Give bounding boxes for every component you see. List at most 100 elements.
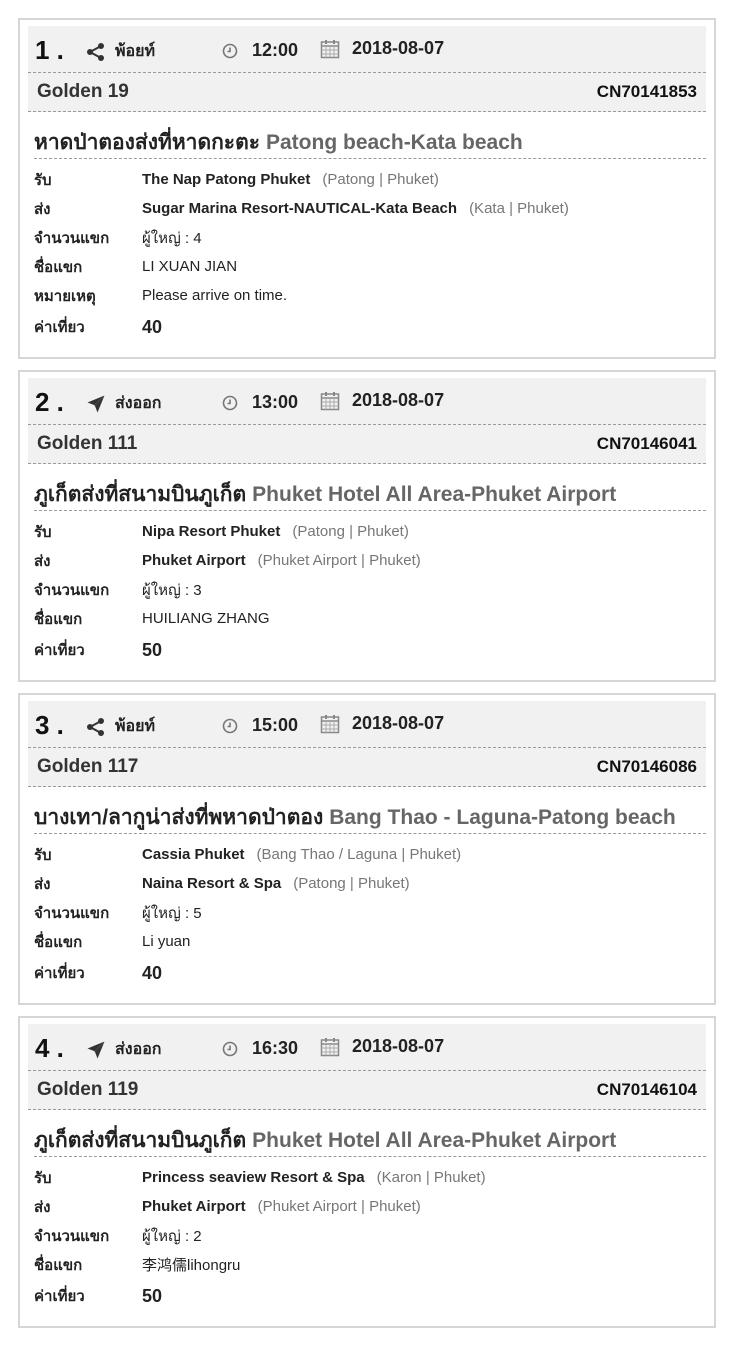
- car-bar: Golden 119 CN70146104: [28, 1070, 706, 1110]
- dropoff-location: (Kata | Phuket): [469, 200, 569, 217]
- pickup-date: 2018-08-07: [320, 38, 444, 59]
- price-row: ค่าเที่ยว 40: [34, 310, 714, 344]
- calendar-icon: [320, 1037, 340, 1056]
- pickup-hotel: The Nap Patong Phuket: [142, 171, 311, 188]
- note-value: Please arrive on time.: [142, 287, 288, 304]
- guest-row: ชื่อแขก 李鸿儒lihongru: [34, 1250, 714, 1279]
- dropoff-hotel: Naina Resort & Spa: [142, 875, 282, 892]
- car-name: Golden 19: [37, 81, 129, 102]
- booking-header: 3 . พ้อยท์ 15:00 2018-08-07: [28, 701, 706, 747]
- pickup-label: รับ: [34, 523, 52, 541]
- pickup-time: 12:00: [222, 40, 298, 61]
- car-bar: Golden 117 CN70146086: [28, 747, 706, 787]
- route-english: Patong beach-Kata beach: [266, 131, 523, 154]
- plane-icon: [87, 1041, 105, 1058]
- trip-type: ส่งออก: [86, 391, 161, 416]
- booking-code: CN70146104: [596, 1080, 697, 1099]
- share-icon: [87, 42, 104, 61]
- booking-code: CN70141853: [596, 82, 697, 101]
- booking-details: รับ Princess seaview Resort & Spa (Karon |…: [34, 1163, 714, 1313]
- note-row: หมายเหตุ Please arrive on time.: [34, 281, 714, 310]
- price-value: 50: [142, 1285, 163, 1306]
- trip-type: พ้อยท์: [86, 714, 155, 739]
- pickup-time: 13:00: [222, 392, 298, 413]
- price-row: ค่าเที่ยว 50: [34, 1279, 714, 1313]
- route-english: Phuket Hotel All Area-Phuket Airport: [252, 1129, 617, 1152]
- date-value: 2018-08-07: [352, 713, 445, 733]
- dropoff-hotel: Phuket Airport: [142, 552, 246, 569]
- dropoff-location: (Patong | Phuket): [293, 875, 410, 892]
- route-title: หาดป่าตองส่งที่หาดกะตะ Patong beach-Kata …: [34, 126, 706, 159]
- route-title: บางเทา/ลากูน่าส่งที่พหาดป่าตอง Bang Thao …: [34, 801, 706, 834]
- price-row: ค่าเที่ยว 40: [34, 956, 714, 990]
- passengers-row: จำนวนแขก ผู้ใหญ่ : 4: [34, 223, 714, 252]
- dropoff-hotel: Sugar Marina Resort-NAUTICAL-Kata Beach: [142, 200, 458, 217]
- pickup-row: รับ Nipa Resort Phuket (Patong | Phuket): [34, 517, 714, 546]
- pickup-location: (Patong | Phuket): [322, 171, 439, 188]
- dropoff-label: ส่ง: [34, 1198, 51, 1216]
- route-title: ภูเก็ตส่งที่สนามบินภูเก็ต Phuket Hotel Al…: [34, 1124, 706, 1157]
- clock-icon: [222, 1041, 238, 1056]
- dropoff-row: ส่ง Sugar Marina Resort-NAUTICAL-Kata Bea…: [34, 194, 714, 223]
- car-name: Golden 119: [37, 1079, 139, 1100]
- booking-header: 2 . ส่งออก 13:00 2018-08-07: [28, 378, 706, 424]
- plane-icon: [87, 395, 105, 412]
- booking-card: 1 . พ้อยท์ 12:00 2018-08-07 Golden 19 CN…: [18, 18, 716, 359]
- guest-label: ชื่อแขก: [34, 258, 83, 276]
- passengers-row: จำนวนแขก ผู้ใหญ่ : 5: [34, 898, 714, 927]
- guest-row: ชื่อแขก Li yuan: [34, 927, 714, 956]
- price-value: 50: [142, 639, 163, 660]
- price-label: ค่าเที่ยว: [34, 1288, 85, 1305]
- route-title: ภูเก็ตส่งที่สนามบินภูเก็ต Phuket Hotel Al…: [34, 478, 706, 511]
- pickup-hotel: Cassia Phuket: [142, 846, 245, 863]
- passengers-label: จำนวนแขก: [34, 229, 110, 247]
- price-value: 40: [142, 962, 163, 983]
- price-label: ค่าเที่ยว: [34, 319, 85, 336]
- passengers-value: ผู้ใหญ่ : 3: [142, 581, 202, 599]
- time-value: 15:00: [252, 715, 299, 735]
- booking-details: รับ Nipa Resort Phuket (Patong | Phuket) ส…: [34, 517, 714, 667]
- calendar-icon: [320, 39, 340, 58]
- passengers-label: จำนวนแขก: [34, 904, 110, 922]
- guest-label: ชื่อแขก: [34, 610, 83, 628]
- time-value: 12:00: [252, 40, 299, 60]
- date-value: 2018-08-07: [352, 1036, 445, 1056]
- pickup-row: รับ Cassia Phuket (Bang Thao / Laguna | Ph…: [34, 840, 714, 869]
- route-thai: บางเทา/ลากูน่าส่งที่พหาดป่าตอง: [34, 806, 324, 829]
- guest-label: ชื่อแขก: [34, 1256, 83, 1274]
- booking-number: 2 .: [35, 387, 64, 417]
- dropoff-hotel: Phuket Airport: [142, 1198, 246, 1215]
- guest-label: ชื่อแขก: [34, 933, 83, 951]
- clock-icon: [222, 718, 238, 733]
- route-thai: ภูเก็ตส่งที่สนามบินภูเก็ต: [34, 1129, 247, 1152]
- booking-card: 4 . ส่งออก 16:30 2018-08-07 Golden 119 C…: [18, 1016, 716, 1328]
- pickup-location: (Bang Thao / Laguna | Phuket): [256, 846, 462, 863]
- pickup-label: รับ: [34, 1169, 52, 1187]
- price-label: ค่าเที่ยว: [34, 965, 85, 982]
- pickup-location: (Karon | Phuket): [376, 1169, 486, 1186]
- guest-name: LI XUAN JIAN: [142, 258, 238, 275]
- trip-type: ส่งออก: [86, 1037, 161, 1062]
- car-name: Golden 111: [37, 433, 138, 454]
- dropoff-row: ส่ง Naina Resort & Spa (Patong | Phuket): [34, 869, 714, 898]
- car-name: Golden 117: [37, 756, 139, 777]
- trip-type-label: พ้อยท์: [115, 718, 156, 735]
- booking-details: รับ The Nap Patong Phuket (Patong | Phuket…: [34, 165, 714, 344]
- calendar-icon: [320, 391, 340, 410]
- passengers-value: ผู้ใหญ่ : 5: [142, 904, 202, 922]
- pickup-date: 2018-08-07: [320, 713, 444, 734]
- clock-icon: [222, 395, 238, 410]
- passengers-value: ผู้ใหญ่ : 2: [142, 1227, 202, 1245]
- guest-name: 李鸿儒lihongru: [142, 1257, 241, 1274]
- passengers-row: จำนวนแขก ผู้ใหญ่ : 2: [34, 1221, 714, 1250]
- route-thai: ภูเก็ตส่งที่สนามบินภูเก็ต: [34, 483, 247, 506]
- share-icon: [87, 717, 104, 736]
- pickup-hotel: Princess seaview Resort & Spa: [142, 1169, 365, 1186]
- dropoff-label: ส่ง: [34, 552, 51, 570]
- route-thai: หาดป่าตองส่งที่หาดกะตะ: [34, 131, 260, 154]
- trip-type-label: พ้อยท์: [115, 43, 156, 60]
- booking-code: CN70146086: [596, 757, 697, 776]
- trip-type: พ้อยท์: [86, 39, 155, 64]
- dropoff-location: (Phuket Airport | Phuket): [257, 552, 421, 569]
- pickup-time: 16:30: [222, 1038, 298, 1059]
